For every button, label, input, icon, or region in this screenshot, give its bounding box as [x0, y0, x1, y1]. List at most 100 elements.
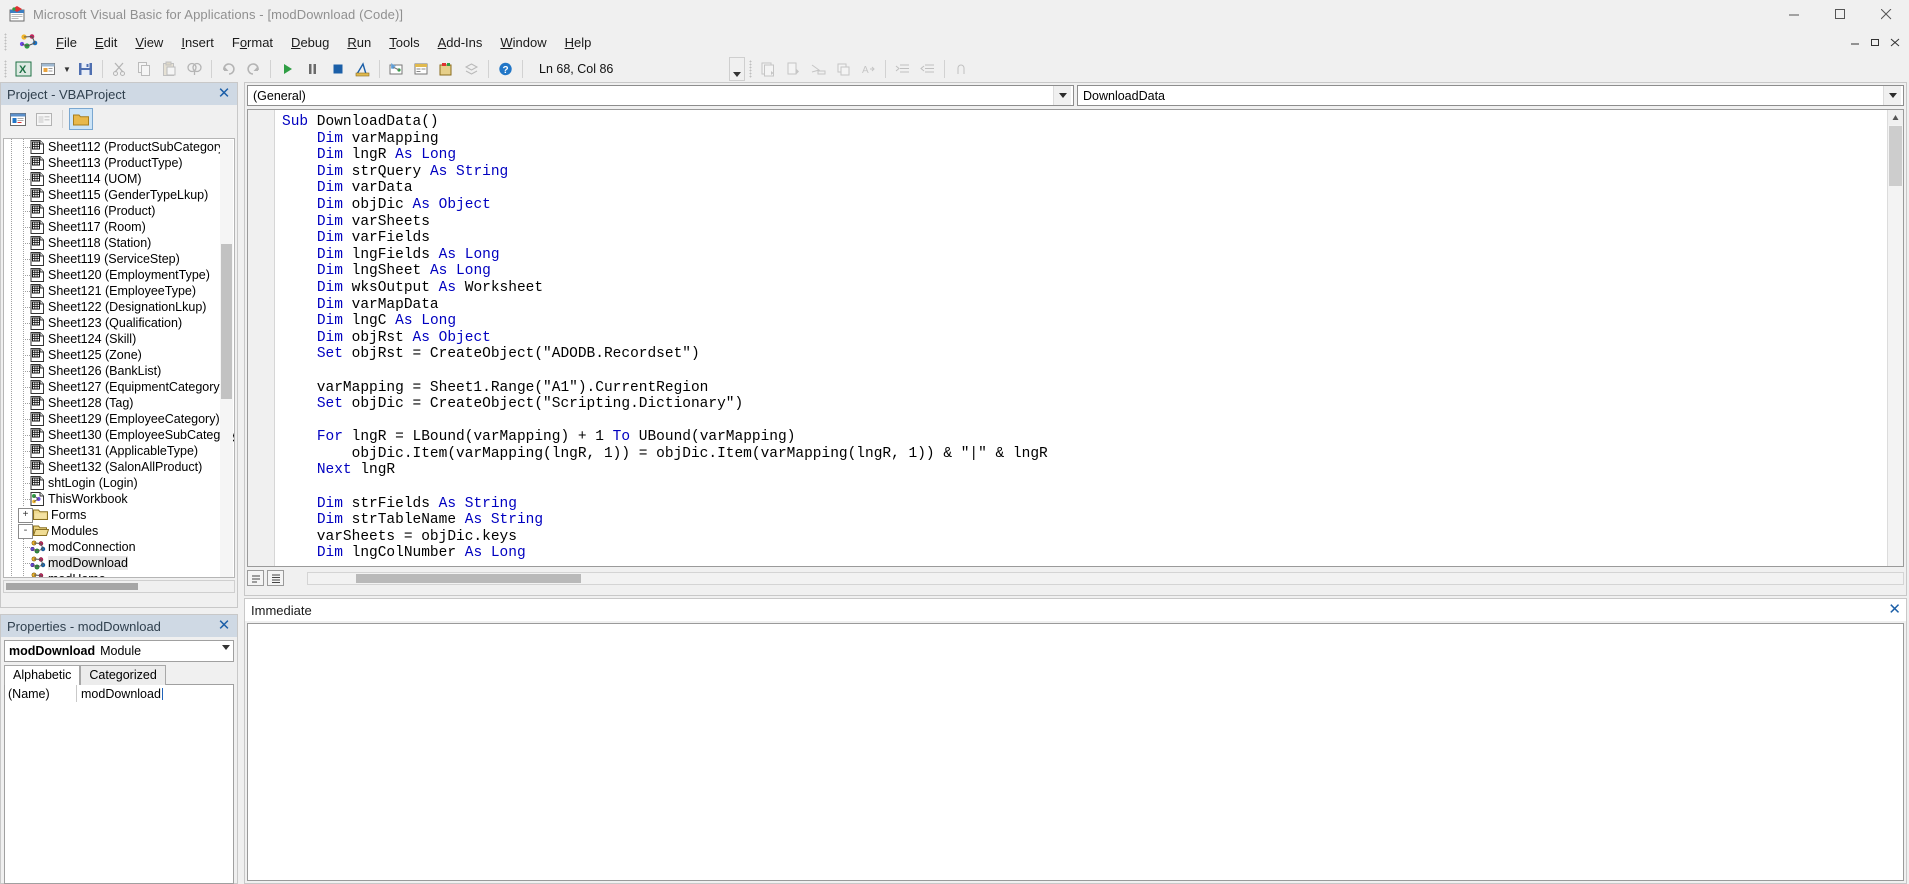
project-explorer-close-icon[interactable]: ✕	[215, 84, 233, 102]
help-icon[interactable]: ?	[493, 58, 518, 80]
maximize-button[interactable]	[1817, 0, 1863, 28]
tree-item-sheet124[interactable]: Sheet124 (Skill)	[6, 331, 234, 347]
tree-item-thisworkbook[interactable]: ThisWorkbook	[6, 491, 234, 507]
code-horizontal-scrollbar[interactable]	[307, 571, 1904, 585]
menubar-grip[interactable]	[4, 33, 7, 51]
toolbox-icon[interactable]	[459, 58, 484, 80]
undo-icon[interactable]	[216, 58, 241, 80]
tree-item-sheet115[interactable]: Sheet115 (GenderTypeLkup)	[6, 187, 234, 203]
code-scroll-up-button[interactable]	[1888, 110, 1903, 125]
full-module-view-button[interactable]	[267, 570, 284, 586]
procedure-view-button[interactable]	[247, 570, 264, 586]
menu-item-run[interactable]: Run	[338, 32, 380, 53]
menu-item-window[interactable]: Window	[491, 32, 555, 53]
complete-word-icon[interactable]: A	[856, 58, 881, 80]
immediate-close-icon[interactable]: ✕	[1888, 600, 1901, 618]
code-text[interactable]: Sub DownloadData() Dim varMapping Dim ln…	[282, 114, 1048, 562]
menu-item-tools[interactable]: Tools	[380, 32, 428, 53]
properties-window-icon[interactable]	[409, 58, 434, 80]
property-value[interactable]: modDownload	[77, 685, 233, 702]
find-icon[interactable]	[182, 58, 207, 80]
tree-item-modules[interactable]: - Modules	[6, 523, 234, 539]
tree-item-modhome[interactable]: modHome	[6, 571, 234, 577]
menu-item-edit[interactable]: Edit	[86, 32, 126, 53]
tree-item-sheet122[interactable]: Sheet122 (DesignationLkup)	[6, 299, 234, 315]
tree-item-shtlogin[interactable]: shtLogin (Login)	[6, 475, 234, 491]
project-explorer-icon[interactable]	[384, 58, 409, 80]
menu-item-add-ins[interactable]: Add-Ins	[429, 32, 492, 53]
code-hscroll-thumb[interactable]	[356, 573, 581, 583]
tree-item-sheet127[interactable]: Sheet127 (EquipmentCategory)	[6, 379, 234, 395]
project-tree-hscroll-thumb[interactable]	[6, 583, 138, 590]
tree-item-sheet126[interactable]: Sheet126 (BankList)	[6, 363, 234, 379]
menu-item-format[interactable]: Format	[223, 32, 282, 53]
menu-item-debug[interactable]: Debug	[282, 32, 338, 53]
tree-item-sheet128[interactable]: Sheet128 (Tag)	[6, 395, 234, 411]
tree-item-sheet125[interactable]: Sheet125 (Zone)	[6, 347, 234, 363]
code-editor[interactable]: Sub DownloadData() Dim varMapping Dim ln…	[247, 109, 1904, 567]
view-code-button[interactable]	[6, 108, 30, 130]
tree-item-sheet121[interactable]: Sheet121 (EmployeeType)	[6, 283, 234, 299]
tree-expander-forms[interactable]: +	[18, 507, 33, 523]
immediate-input-area[interactable]	[247, 623, 1904, 881]
menu-item-view[interactable]: View	[126, 32, 172, 53]
property-row[interactable]: (Name) modDownload	[5, 685, 233, 702]
view-object-button[interactable]	[32, 108, 56, 130]
properties-object-combo[interactable]: modDownload Module	[4, 640, 234, 662]
toolbar-overflow-button[interactable]	[729, 57, 745, 81]
toggle-breakpoint-icon[interactable]	[949, 58, 974, 80]
view-excel-icon[interactable]: X	[11, 58, 36, 80]
list-properties-icon[interactable]	[756, 58, 781, 80]
copy-icon[interactable]	[132, 58, 157, 80]
procedure-combo[interactable]: DownloadData	[1077, 85, 1904, 106]
properties-grid[interactable]: (Name) modDownload	[4, 684, 234, 884]
tree-item-sheet114[interactable]: Sheet114 (UOM)	[6, 171, 234, 187]
code-margin-indicator-bar[interactable]	[248, 110, 275, 566]
break-icon[interactable]	[300, 58, 325, 80]
object-browser-icon[interactable]	[434, 58, 459, 80]
menu-item-file[interactable]: File	[47, 32, 86, 53]
mdi-minimize-button[interactable]	[1845, 32, 1865, 52]
design-mode-icon[interactable]	[350, 58, 375, 80]
close-button[interactable]	[1863, 0, 1909, 28]
properties-tab-categorized[interactable]: Categorized	[80, 665, 166, 685]
code-vertical-scrollbar[interactable]	[1887, 110, 1903, 566]
properties-tab-alphabetic[interactable]: Alphabetic	[4, 665, 81, 685]
project-tree-horizontal-scrollbar[interactable]	[3, 580, 235, 593]
indent-icon[interactable]	[890, 58, 915, 80]
tree-item-sheet129[interactable]: Sheet129 (EmployeeCategory)	[6, 411, 234, 427]
reset-icon[interactable]	[325, 58, 350, 80]
quick-info-icon[interactable]	[806, 58, 831, 80]
save-icon[interactable]	[73, 58, 98, 80]
tree-item-sheet130[interactable]: Sheet130 (EmployeeSubCategory)	[6, 427, 234, 443]
mdi-close-button[interactable]	[1885, 32, 1905, 52]
code-scroll-thumb[interactable]	[1889, 126, 1902, 186]
tree-item-moddownload[interactable]: modDownload	[6, 555, 234, 571]
outdent-icon[interactable]	[915, 58, 940, 80]
tree-item-sheet116[interactable]: Sheet116 (Product)	[6, 203, 234, 219]
procedure-combo-chevron-down-icon[interactable]	[1883, 86, 1901, 105]
insert-dropdown-icon[interactable]: ▼	[61, 65, 73, 74]
menu-item-insert[interactable]: Insert	[172, 32, 223, 53]
tree-item-sheet120[interactable]: Sheet120 (EmploymentType)	[6, 267, 234, 283]
project-tree-vertical-scrollbar[interactable]	[220, 140, 233, 577]
tree-item-sheet112[interactable]: Sheet112 (ProductSubCategory)	[6, 139, 234, 155]
tree-item-sheet123[interactable]: Sheet123 (Qualification)	[6, 315, 234, 331]
list-constants-icon[interactable]	[781, 58, 806, 80]
toolbar-grip[interactable]	[4, 60, 7, 78]
menu-item-help[interactable]: Help	[556, 32, 601, 53]
insert-userform-icon[interactable]	[36, 58, 61, 80]
tree-item-sheet119[interactable]: Sheet119 (ServiceStep)	[6, 251, 234, 267]
tree-item-modconnection[interactable]: modConnection	[6, 539, 234, 555]
tree-item-sheet132[interactable]: Sheet132 (SalonAllProduct)	[6, 459, 234, 475]
toggle-folders-button[interactable]	[69, 108, 93, 130]
parameter-info-icon[interactable]	[831, 58, 856, 80]
tree-item-sheet131[interactable]: Sheet131 (ApplicableType)	[6, 443, 234, 459]
object-combo[interactable]: (General)	[247, 85, 1074, 106]
paste-icon[interactable]	[157, 58, 182, 80]
tree-item-sheet118[interactable]: Sheet118 (Station)	[6, 235, 234, 251]
minimize-button[interactable]	[1771, 0, 1817, 28]
project-tree-container[interactable]: Sheet112 (ProductSubCategory) Sheet113 (P…	[3, 138, 235, 578]
edit-toolbar-grip[interactable]	[749, 60, 752, 78]
properties-close-icon[interactable]: ✕	[215, 616, 233, 634]
